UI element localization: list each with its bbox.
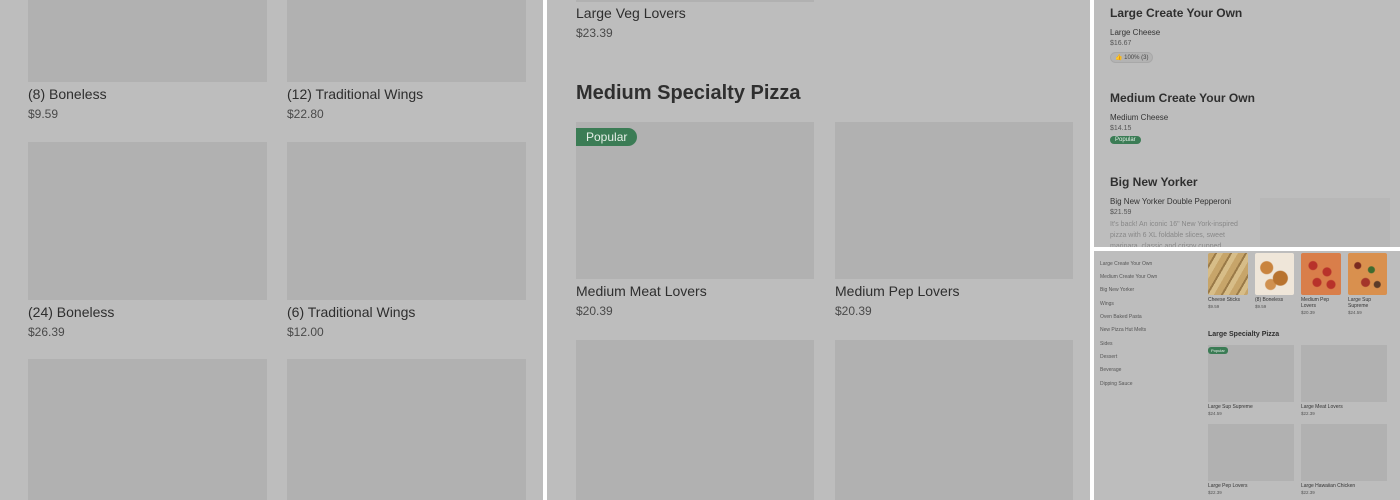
menu-item-image[interactable] [1208, 424, 1294, 481]
menu-item-price: $9.59 [1208, 304, 1220, 309]
nav-item[interactable]: Dipping Sauce [1100, 381, 1133, 387]
popular-badge: Popular [576, 128, 638, 146]
menu-item-price: $9.59 [1255, 304, 1267, 309]
menu-item-name[interactable]: Large Sup Supreme [1348, 297, 1386, 309]
section-title: Large Specialty Pizza [1208, 331, 1280, 338]
nav-item[interactable]: New Pizza Hut Melts [1100, 327, 1146, 333]
menu-item-name[interactable]: Large Meat Lovers [1301, 404, 1343, 410]
menu-item-price: $12.00 [287, 325, 324, 339]
menu-item-name[interactable]: Large Pep Lovers [1208, 483, 1247, 489]
pep-lovers-photo[interactable] [1301, 253, 1341, 295]
rating-badge: 👍 100% (3) [1110, 52, 1154, 63]
menu-item-price: $22.80 [287, 107, 324, 121]
create-your-own-panel: Large Create Your Own Large Cheese $16.6… [1094, 0, 1400, 247]
menu-item-image[interactable] [28, 142, 267, 300]
menu-item-price: $24.59 [1348, 310, 1362, 315]
menu-item-name[interactable]: Cheese Sticks [1208, 297, 1240, 303]
menu-item-price: $26.39 [28, 325, 65, 339]
menu-item-image[interactable] [576, 0, 814, 2]
section-title: Large Create Your Own [1110, 6, 1243, 20]
menu-item-description: It's back! An iconic 16" New York-inspir… [1110, 221, 1238, 247]
menu-item-image[interactable] [287, 0, 526, 82]
popular-badge: Popular [1208, 347, 1228, 354]
menu-item-image[interactable] [835, 340, 1073, 500]
menu-item-price: $22.39 [1208, 490, 1222, 495]
menu-item-name[interactable]: Big New Yorker Double Pepperoni [1110, 197, 1231, 206]
menu-item-price: $22.39 [1301, 490, 1315, 495]
menu-item-name[interactable]: (8) Boneless [1255, 297, 1283, 303]
menu-item-name[interactable]: (6) Traditional Wings [287, 304, 415, 320]
menu-item-image[interactable] [287, 359, 526, 500]
popular-badge: Popular [1110, 136, 1141, 144]
menu-item-image[interactable] [1260, 198, 1390, 247]
menu-item-image[interactable] [1301, 345, 1387, 402]
menu-item-name[interactable]: Medium Pep Lovers [835, 283, 960, 299]
cheese-sticks-photo[interactable] [1208, 253, 1248, 295]
supreme-photo[interactable] [1348, 253, 1387, 295]
menu-item-price: $24.59 [1208, 411, 1222, 416]
menu-item-image[interactable] [28, 0, 267, 82]
menu-overview-panel: Large Create Your Own Medium Create Your… [1094, 251, 1400, 500]
menu-item-name[interactable]: Medium Cheese [1110, 113, 1168, 122]
nav-item[interactable]: Big New Yorker [1100, 287, 1134, 293]
menu-item-name[interactable]: Large Veg Lovers [576, 5, 686, 21]
menu-item-image[interactable] [287, 142, 526, 300]
menu-item-image[interactable] [28, 359, 267, 500]
nav-item[interactable]: Sides [1100, 341, 1113, 347]
menu-item-name[interactable]: (8) Boneless [28, 86, 107, 102]
menu-item-price: $21.59 [1110, 209, 1132, 216]
nav-item[interactable]: Dessert [1100, 354, 1117, 360]
section-title: Medium Create Your Own [1110, 91, 1255, 105]
section-title: Big New Yorker [1110, 175, 1198, 189]
menu-item-name[interactable]: (12) Traditional Wings [287, 86, 423, 102]
boneless-photo[interactable] [1255, 253, 1294, 295]
menu-item-name[interactable]: Large Hawaiian Chicken [1301, 483, 1355, 489]
menu-item-image[interactable] [835, 122, 1073, 279]
menu-item-price: $23.39 [576, 26, 613, 40]
nav-item[interactable]: Beverage [1100, 367, 1121, 373]
medium-specialty-panel: Large Veg Lovers $23.39 Medium Specialty… [547, 0, 1090, 500]
menu-item-price: $9.59 [28, 107, 59, 121]
menu-item-price: $16.67 [1110, 40, 1132, 47]
menu-item-price: $20.39 [1301, 310, 1315, 315]
menu-item-price: $14.15 [1110, 125, 1132, 132]
menu-item-price: $20.39 [576, 304, 613, 318]
menu-item-name[interactable]: Medium Meat Lovers [576, 283, 707, 299]
menu-item-price: $20.39 [835, 304, 872, 318]
nav-item[interactable]: Medium Create Your Own [1100, 274, 1157, 280]
menu-item-name[interactable]: (24) Boneless [28, 304, 114, 320]
nav-item[interactable]: Oven Baked Pasta [1100, 314, 1142, 320]
menu-item-name[interactable]: Large Sup Supreme [1208, 404, 1253, 410]
wings-panel: (8) Boneless $9.59 (12) Traditional Wing… [0, 0, 543, 500]
section-title: Medium Specialty Pizza [576, 82, 801, 104]
menu-item-name[interactable]: Medium Pep Lovers [1301, 297, 1339, 309]
menu-item-name[interactable]: Large Cheese [1110, 28, 1160, 37]
nav-item[interactable]: Large Create Your Own [1100, 261, 1152, 267]
nav-item[interactable]: Wings [1100, 301, 1114, 307]
menu-item-image[interactable] [1301, 424, 1387, 481]
menu-item-price: $22.39 [1301, 411, 1315, 416]
menu-item-image[interactable] [576, 340, 814, 500]
